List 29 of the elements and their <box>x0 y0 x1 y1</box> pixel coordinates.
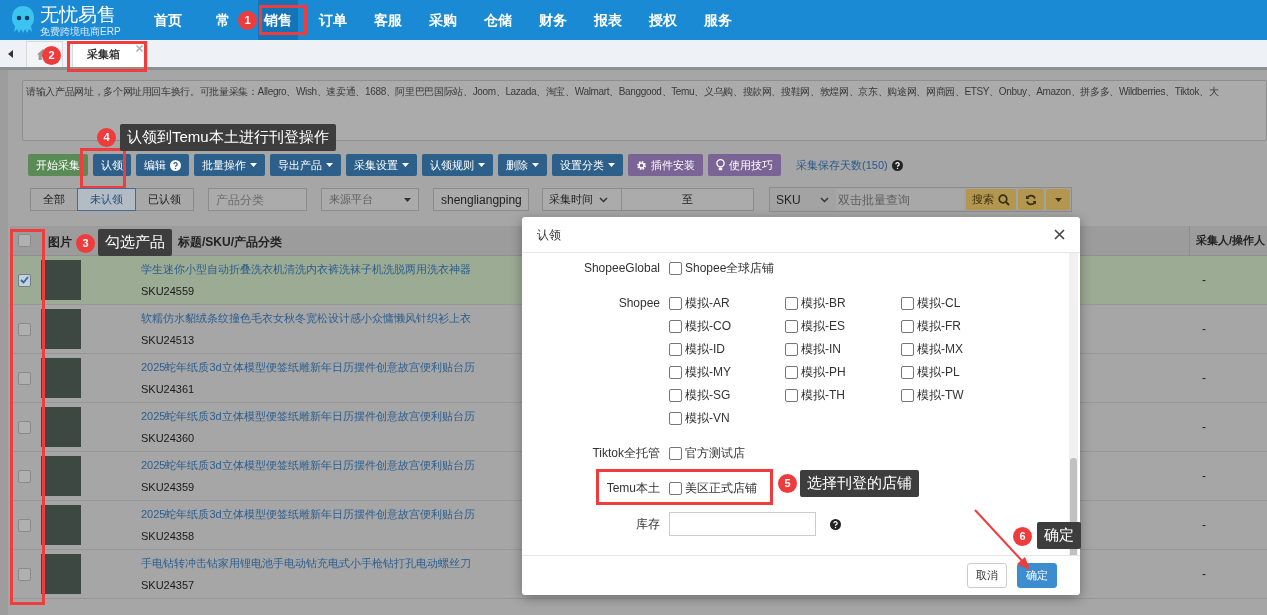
callout-label: 确定 <box>1037 522 1081 549</box>
sku-text: SKU24361 <box>141 381 195 397</box>
sku-text: SKU24357 <box>141 577 195 593</box>
collector-cell-text: - <box>1201 272 1207 289</box>
collector-cell-text: - <box>1201 517 1207 534</box>
collector-cell-text: - <box>1201 419 1207 436</box>
collector-cell-text: - <box>1201 468 1207 485</box>
field-label: Tiktok全托管 <box>591 445 660 462</box>
callout-label: 选择刊登的店铺 <box>800 470 919 497</box>
column-header: 图片 <box>48 234 72 249</box>
field-label: 库存 <box>635 516 660 533</box>
field-label: Temu本土 <box>605 480 660 497</box>
callout-label: 勾选产品 <box>98 229 172 256</box>
app-tagline: 免费跨境电商ERP <box>40 25 121 37</box>
callout-label: 认领到Temu本土进行刊登操作 <box>120 124 336 151</box>
column-header: 标题/SKU/产品分类 <box>178 234 282 249</box>
sku-text: SKU24358 <box>141 528 195 544</box>
collector-cell-text: - <box>1201 321 1207 338</box>
sku-text: SKU24513 <box>141 332 195 348</box>
app-name: 无忧易售 <box>40 3 117 26</box>
column-header: 采集人/操作人 <box>1189 225 1267 256</box>
field-label: Shopee <box>617 295 660 312</box>
sku-text: SKU24559 <box>141 283 195 299</box>
collector-cell-text: - <box>1201 566 1207 583</box>
sku-text: SKU24359 <box>141 479 195 495</box>
sku-text: SKU24360 <box>141 430 195 446</box>
field-label: ShopeeGlobal <box>582 260 660 277</box>
dialog-title: 认领 <box>537 226 561 244</box>
collector-cell-text: - <box>1201 370 1207 387</box>
